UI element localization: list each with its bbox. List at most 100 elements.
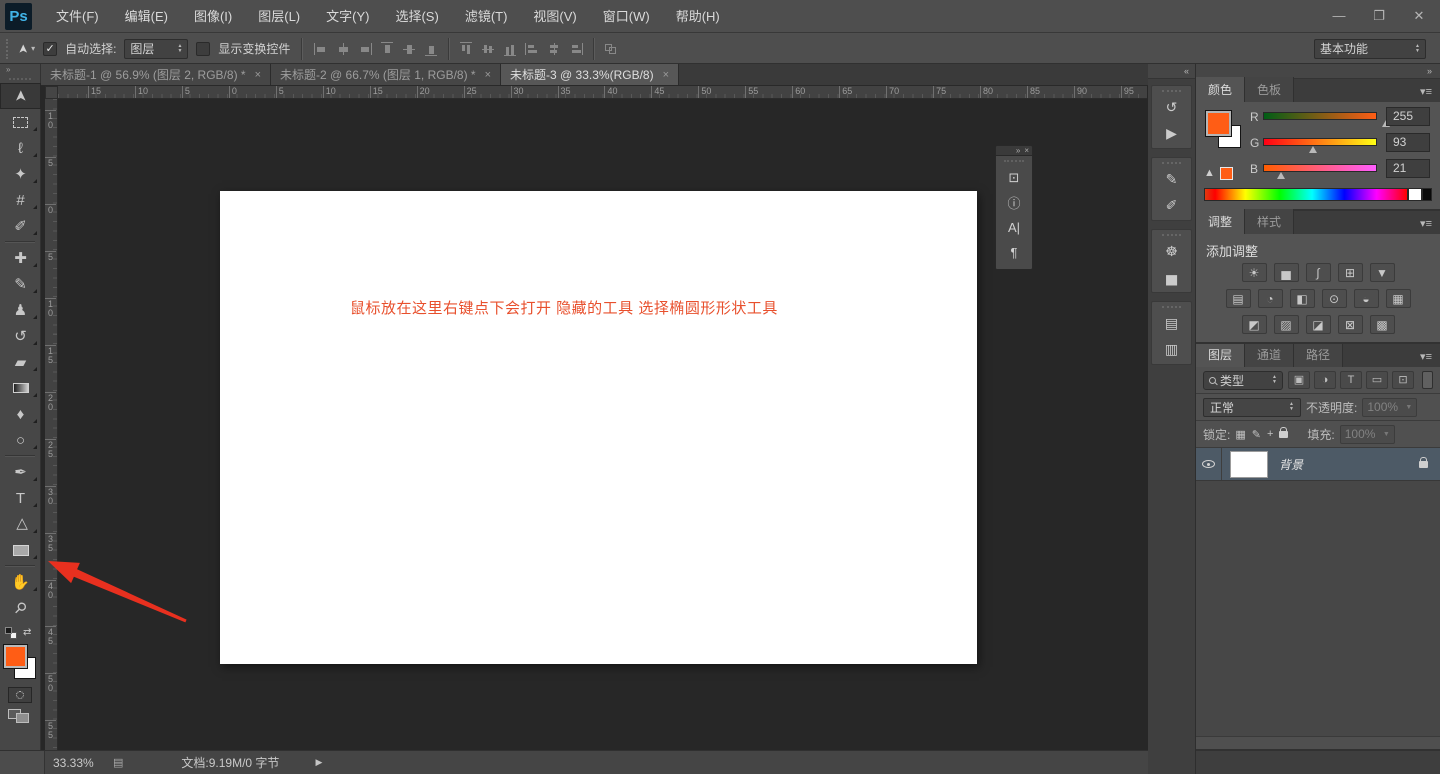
minimize-button[interactable]: — xyxy=(1326,5,1352,27)
close-tab-icon[interactable]: × xyxy=(255,69,261,81)
default-colors-icon[interactable] xyxy=(5,627,12,634)
filter-type-layers-button[interactable]: T xyxy=(1340,371,1362,389)
character-panel-button[interactable]: A| xyxy=(996,215,1032,240)
eyedropper-tool[interactable]: ✐ xyxy=(0,213,41,239)
tools-collapse-button[interactable]: » xyxy=(0,64,40,76)
adjustments-tab-调整[interactable]: 调整 xyxy=(1196,209,1246,234)
close-tab-icon[interactable]: × xyxy=(485,69,491,81)
align-left-button[interactable] xyxy=(313,41,329,57)
brush-panel-button[interactable]: ✎ xyxy=(1152,166,1191,192)
align-bottom-button[interactable] xyxy=(423,41,439,57)
slider-thumb-icon[interactable] xyxy=(1277,172,1286,179)
spot-healing-brush-tool[interactable]: ✚ xyxy=(0,245,41,271)
histogram-panel-button[interactable]: ▅ xyxy=(1152,264,1191,290)
panel-close-icon[interactable]: × xyxy=(1024,146,1029,155)
pen-tool[interactable]: ✒ xyxy=(0,459,41,485)
opacity-dropdown[interactable]: 100% ▼ xyxy=(1362,397,1418,417)
photo-filter-button[interactable]: ⊙ xyxy=(1321,289,1347,308)
channel-slider-B[interactable] xyxy=(1263,164,1377,172)
black-white-button[interactable]: ◧ xyxy=(1289,289,1315,308)
clone-source-button[interactable]: ⊡ xyxy=(996,165,1032,190)
history-panel-button[interactable]: ↺ xyxy=(1152,94,1191,120)
color-tab-色板[interactable]: 色板 xyxy=(1245,77,1295,102)
dist-bottom-button[interactable] xyxy=(502,41,518,57)
menu-item-9[interactable]: 帮助(H) xyxy=(663,0,733,32)
layer-row-background[interactable]: 背景 xyxy=(1196,448,1440,481)
layers-tab-图层[interactable]: 图层 xyxy=(1196,342,1246,367)
document-tab-1[interactable]: 未标题-1 @ 56.9% (图层 2, RGB/8) * × xyxy=(41,64,272,85)
foreground-color-swatch[interactable] xyxy=(3,644,28,669)
lock-position-icon[interactable]: + xyxy=(1267,428,1273,440)
filter-smart-objects-button[interactable]: ⊡ xyxy=(1392,371,1414,389)
dist-vcenter-button[interactable] xyxy=(480,41,496,57)
brush-presets-panel-button[interactable]: ✐ xyxy=(1152,192,1191,218)
exposure-button[interactable]: ⊞ xyxy=(1337,263,1363,282)
workspace-dropdown[interactable]: 基本功能 xyxy=(1314,38,1426,59)
maximize-button[interactable]: ❐ xyxy=(1366,5,1392,27)
properties-panel-button[interactable]: ▤ xyxy=(1152,310,1191,336)
color-spectrum-ramp[interactable] xyxy=(1204,188,1408,201)
selective-color-button[interactable]: ⊠ xyxy=(1337,315,1363,334)
menu-item-8[interactable]: 窗口(W) xyxy=(590,0,663,32)
menu-item-2[interactable]: 图像(I) xyxy=(181,0,245,32)
color-lookup-button[interactable]: ▦ xyxy=(1385,289,1411,308)
screen-mode-button[interactable] xyxy=(8,709,32,725)
threshold-button[interactable]: ◪ xyxy=(1305,315,1331,334)
swap-colors-icon[interactable]: ⇄ xyxy=(23,627,31,638)
menu-item-4[interactable]: 文字(Y) xyxy=(313,0,382,32)
lock-all-icon[interactable] xyxy=(1279,426,1289,438)
filter-shape-layers-button[interactable]: ▭ xyxy=(1366,371,1388,389)
color-tab-颜色[interactable]: 颜色 xyxy=(1196,77,1246,102)
auto-select-checkbox[interactable]: ✓ xyxy=(43,41,58,56)
info-button[interactable]: ⓘ xyxy=(996,190,1032,215)
posterize-button[interactable]: ▨ xyxy=(1273,315,1299,334)
rectangle-tool[interactable] xyxy=(0,537,41,563)
brush-tool[interactable]: ✎ xyxy=(0,271,41,297)
horizontal-ruler[interactable]: 15 10 5 0 5 10 15 20 25 30 35 40 45 50 55 60 65 70 75 80 85 9… xyxy=(58,86,1147,99)
panel-menu-icon[interactable]: ▾≡ xyxy=(1420,217,1440,234)
document-tab-3[interactable]: 未标题-3 @ 33.3%(RGB/8) × xyxy=(501,64,680,85)
filter-pixel-layers-button[interactable]: ▣ xyxy=(1288,371,1310,389)
layers-tab-通道[interactable]: 通道 xyxy=(1245,342,1295,367)
channel-mixer-button[interactable]: ◒ xyxy=(1353,289,1379,308)
align-right-button[interactable] xyxy=(357,41,373,57)
rectangular-marquee-tool[interactable] xyxy=(0,109,41,135)
vertical-ruler[interactable]: 1 05051 01 52 02 53 03 54 04 55 05 5 xyxy=(45,99,58,750)
canvas[interactable]: 鼠标放在这里右键点下会打开 隐藏的工具 选择椭圆形形状工具 xyxy=(220,191,977,664)
brightness-contrast-button[interactable]: ☀ xyxy=(1241,263,1267,282)
invert-button[interactable]: ◩ xyxy=(1241,315,1267,334)
status-expand-arrow[interactable]: ▶ xyxy=(315,757,322,768)
layer-filter-dropdown[interactable]: 类型 xyxy=(1203,370,1283,390)
menu-item-6[interactable]: 滤镜(T) xyxy=(452,0,521,32)
curves-button[interactable]: ∫ xyxy=(1305,263,1331,282)
dist-hcenter-button[interactable] xyxy=(546,41,562,57)
layer-thumbnail[interactable] xyxy=(1230,450,1268,478)
blur-tool[interactable]: ♦ xyxy=(0,401,41,427)
panel-menu-icon[interactable]: ▾≡ xyxy=(1420,85,1440,102)
paragraph-styles-panel-button[interactable]: ▥ xyxy=(1152,336,1191,362)
eraser-tool[interactable]: ▰ xyxy=(0,349,41,375)
hand-tool[interactable]: ✋ xyxy=(0,569,41,595)
current-tool-icon[interactable]: ➤ ▾ xyxy=(16,42,35,56)
zoom-tool[interactable]: ⚲ xyxy=(0,595,41,621)
gamut-warning-icon[interactable]: ▲ xyxy=(1204,167,1215,179)
actions-panel-button[interactable]: ▶ xyxy=(1152,120,1191,146)
auto-select-target-dropdown[interactable]: 图层 xyxy=(124,38,189,59)
close-button[interactable]: ✕ xyxy=(1406,5,1432,27)
document-tab-2[interactable]: 未标题-2 @ 66.7% (图层 1, RGB/8) * × xyxy=(271,64,502,85)
slider-thumb-icon[interactable] xyxy=(1309,146,1318,153)
paragraph-panel-button[interactable]: ¶ xyxy=(996,240,1032,265)
levels-button[interactable]: ▅ xyxy=(1273,263,1299,282)
layer-visibility-toggle[interactable] xyxy=(1196,448,1222,480)
history-brush-tool[interactable]: ↺ xyxy=(0,323,41,349)
menu-item-7[interactable]: 视图(V) xyxy=(520,0,589,32)
channel-value-field[interactable]: 93 xyxy=(1386,133,1430,152)
lock-transparent-pixels-icon[interactable]: ▦ xyxy=(1235,428,1245,441)
dist-left-button[interactable] xyxy=(524,41,540,57)
channel-value-field[interactable]: 255 xyxy=(1386,107,1430,126)
crop-tool[interactable]: # xyxy=(0,187,41,213)
menu-item-1[interactable]: 编辑(E) xyxy=(112,0,181,32)
foreground-color-swatch[interactable] xyxy=(1205,110,1232,137)
menu-item-3[interactable]: 图层(L) xyxy=(245,0,313,32)
layers-tab-路径[interactable]: 路径 xyxy=(1294,342,1344,367)
